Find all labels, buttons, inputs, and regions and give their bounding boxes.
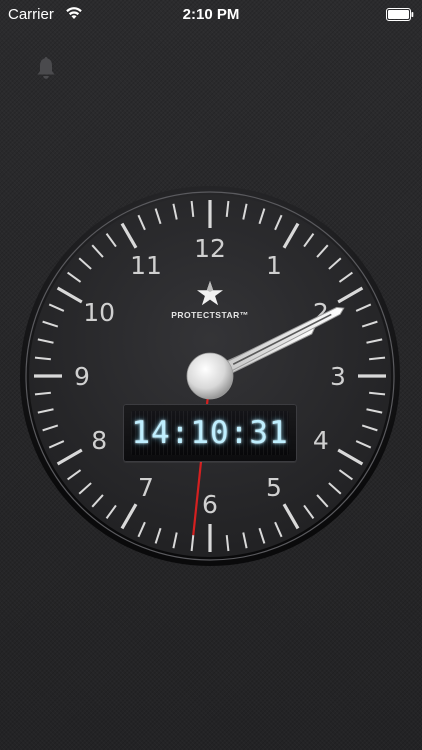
- clock-numeral-8: 8: [91, 426, 107, 455]
- clock-numeral-4: 4: [313, 426, 329, 455]
- clock-numeral-7: 7: [138, 473, 154, 502]
- digital-display-screen: 14:10:31: [131, 411, 289, 455]
- clock-numeral-6: 6: [202, 490, 218, 519]
- clock-numeral-9: 9: [74, 362, 90, 391]
- brand-text: PROTECTSTAR™: [171, 310, 249, 320]
- clock-numeral-3: 3: [330, 362, 346, 391]
- clock-numeral-12: 12: [194, 234, 226, 263]
- clock-numeral-11: 11: [130, 251, 162, 280]
- clock-numeral-5: 5: [266, 473, 282, 502]
- digital-display: 14:10:31: [123, 404, 297, 462]
- digital-time: 14:10:31: [131, 415, 289, 451]
- clock-numeral-10: 10: [83, 298, 115, 327]
- clock-hub: [186, 352, 234, 400]
- analog-clock: 121234567891011 PROTECTSTAR™: [20, 186, 400, 566]
- clock-numeral-1: 1: [266, 251, 282, 280]
